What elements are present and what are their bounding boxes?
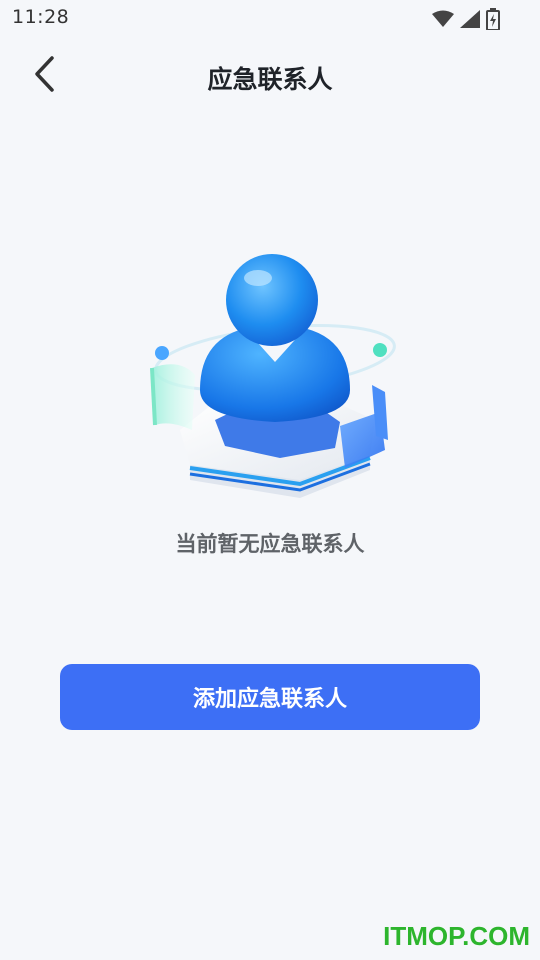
status-time: 11:28 <box>12 6 70 28</box>
watermark: ITMOP.COM <box>383 921 530 951</box>
header: 应急联系人 <box>0 38 540 114</box>
status-icons <box>432 8 500 30</box>
empty-state-message: 当前暂无应急联系人 <box>175 532 365 556</box>
screen: 11:28 应急联系人 当前暂无应急联系人 添加应急联系人 ITMOP.COM <box>0 0 540 960</box>
contact-person-illustration <box>140 240 410 510</box>
add-emergency-contact-button[interactable]: 添加应急联系人 <box>60 664 480 730</box>
wifi-icon <box>432 10 454 28</box>
signal-icon <box>460 10 480 28</box>
page-title: 应急联系人 <box>207 65 333 94</box>
status-bar: 11:28 <box>0 0 540 38</box>
battery-icon <box>486 8 500 30</box>
